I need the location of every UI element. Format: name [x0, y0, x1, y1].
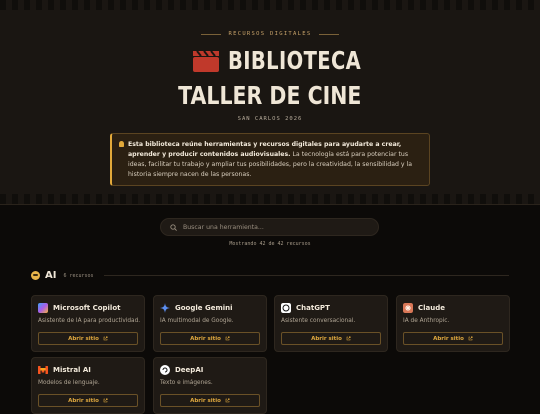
open-site-button[interactable]: Abrir sitio [38, 332, 138, 345]
card-description: Asistente de IA para productividad. [38, 318, 141, 324]
kicker: RECURSOS DIGITALES [0, 31, 540, 37]
card-description: Modelos de lenguaje. [38, 380, 100, 386]
section-header-ai: AI 6 recursos [31, 270, 509, 281]
button-label: Abrir sitio [68, 397, 99, 404]
section-title: AI [45, 270, 57, 281]
robot-icon [31, 271, 40, 280]
deepai-icon [160, 365, 170, 375]
location-label: SAN CARLOS 2026 [237, 116, 303, 122]
card-title: Claude [418, 304, 446, 312]
open-site-button[interactable]: Abrir sitio [281, 332, 381, 345]
card-title: Google Gemini [175, 304, 233, 312]
open-site-button[interactable]: Abrir sitio [160, 394, 260, 407]
button-label: Abrir sitio [190, 335, 221, 342]
results-count: Mostrando 42 de 42 recursos [229, 241, 311, 247]
card-title: DeepAI [175, 366, 204, 374]
open-site-button[interactable]: Abrir sitio [403, 332, 503, 345]
button-label: Abrir sitio [433, 335, 464, 342]
card-mistral-ai: Mistral AI Modelos de lenguaje. Abrir si… [31, 357, 145, 414]
external-link-icon [346, 336, 351, 341]
button-label: Abrir sitio [68, 335, 99, 342]
external-link-icon [225, 336, 230, 341]
external-link-icon [103, 336, 108, 341]
kicker-rule-right [318, 33, 339, 35]
external-link-icon [103, 398, 108, 403]
kicker-label: RECURSOS DIGITALES [228, 31, 312, 37]
button-label: Abrir sitio [311, 335, 342, 342]
kicker-rule-left [201, 33, 222, 35]
chatgpt-icon [281, 303, 291, 313]
card-title: ChatGPT [296, 304, 330, 312]
card-microsoft-copilot: Microsoft Copilot Asistente de IA para p… [31, 295, 145, 352]
external-link-icon [225, 398, 230, 403]
claude-icon [403, 303, 413, 313]
gemini-icon [160, 303, 170, 313]
card-deepai: DeepAI Texto e imágenes. Abrir sitio [153, 357, 267, 414]
card-title: Mistral AI [53, 366, 91, 374]
section-count: 6 recursos [63, 272, 94, 279]
card-description: Texto e imágenes. [160, 380, 213, 386]
clapperboard-icon [193, 49, 219, 72]
search-bar[interactable] [160, 218, 379, 236]
mistral-icon [38, 366, 48, 374]
card-description: IA de Anthropic. [403, 318, 450, 324]
card-chatgpt: ChatGPT Asistente conversacional. Abrir … [274, 295, 388, 352]
page-title-line2: TALLER DE CINE [0, 81, 540, 110]
section-divider [103, 275, 509, 276]
page-title-line1: BIBLIOTECA [0, 46, 540, 75]
lightbulb-icon [119, 141, 124, 147]
search-icon [170, 223, 177, 231]
search-input[interactable] [183, 223, 363, 231]
copilot-icon [38, 303, 48, 313]
page-title-text2: TALLER DE CINE [178, 81, 362, 110]
hero-header: RECURSOS DIGITALES BIBLIOTECA TALLER DE … [0, 0, 540, 205]
open-site-button[interactable]: Abrir sitio [38, 394, 138, 407]
info-notice: Esta biblioteca reúne herramientas y rec… [110, 133, 430, 186]
open-site-button[interactable]: Abrir sitio [160, 332, 260, 345]
card-claude: Claude IA de Anthropic. Abrir sitio [396, 295, 510, 352]
card-description: IA multimodal de Google. [160, 318, 234, 324]
card-description: Asistente conversacional. [281, 318, 356, 324]
card-title: Microsoft Copilot [53, 304, 121, 312]
card-google-gemini: Google Gemini IA multimodal de Google. A… [153, 295, 267, 352]
button-label: Abrir sitio [190, 397, 221, 404]
external-link-icon [468, 336, 473, 341]
page-title-text1: BIBLIOTECA [228, 46, 362, 75]
